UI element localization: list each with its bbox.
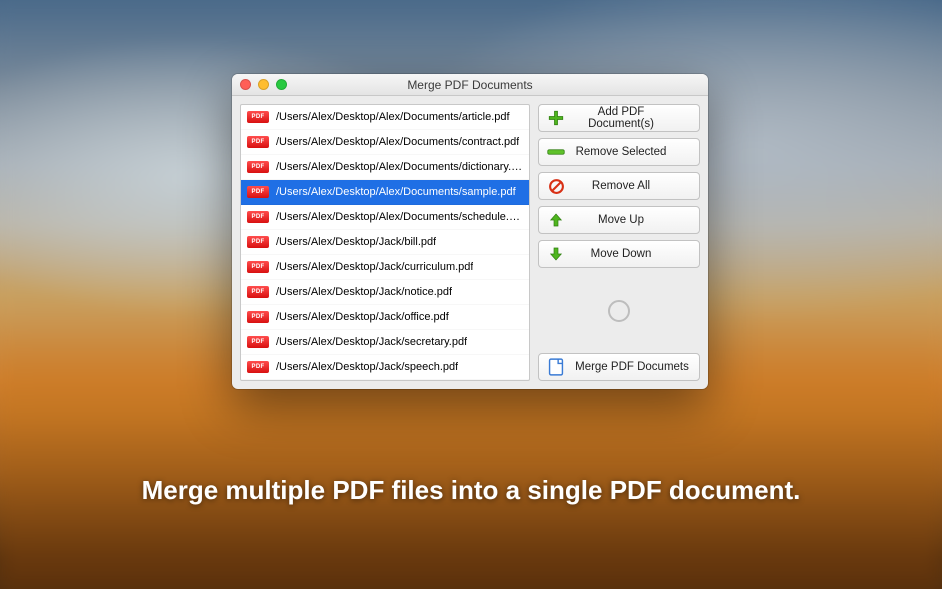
file-path: /Users/Alex/Desktop/Jack/curriculum.pdf — [276, 261, 473, 273]
close-icon[interactable] — [240, 79, 251, 90]
progress-spinner-icon — [608, 300, 630, 322]
file-path: /Users/Alex/Desktop/Jack/office.pdf — [276, 311, 449, 323]
file-row[interactable]: PDF/Users/Alex/Desktop/Jack/bill.pdf — [241, 230, 529, 255]
file-path: /Users/Alex/Desktop/Alex/Documents/contr… — [276, 136, 519, 148]
titlebar[interactable]: Merge PDF Documents — [232, 74, 708, 96]
pdf-icon: PDF — [247, 336, 269, 348]
pdf-icon: PDF — [247, 286, 269, 298]
file-row[interactable]: PDF/Users/Alex/Desktop/Alex/Documents/di… — [241, 155, 529, 180]
file-row[interactable]: PDF/Users/Alex/Desktop/Alex/Documents/co… — [241, 130, 529, 155]
plus-icon — [545, 109, 567, 127]
pdf-icon: PDF — [247, 236, 269, 248]
prohibit-icon — [545, 178, 567, 195]
file-path: /Users/Alex/Desktop/Jack/notice.pdf — [276, 286, 452, 298]
file-row[interactable]: PDF/Users/Alex/Desktop/Alex/Documents/ar… — [241, 105, 529, 130]
remove-all-label: Remove All — [571, 180, 693, 192]
document-icon — [545, 357, 567, 377]
add-pdf-label: Add PDF Document(s) — [571, 106, 693, 130]
merge-button[interactable]: Merge PDF Documets — [538, 353, 700, 381]
pdf-icon: PDF — [247, 261, 269, 273]
file-path: /Users/Alex/Desktop/Jack/speech.pdf — [276, 361, 458, 373]
file-row[interactable]: PDF/Users/Alex/Desktop/Alex/Documents/sc… — [241, 205, 529, 230]
move-up-label: Move Up — [571, 214, 693, 226]
merge-label: Merge PDF Documets — [571, 361, 693, 373]
pdf-icon: PDF — [247, 136, 269, 148]
merge-pdf-window: Merge PDF Documents PDF/Users/Alex/Deskt… — [232, 74, 708, 389]
remove-all-button[interactable]: Remove All — [538, 172, 700, 200]
file-path: /Users/Alex/Desktop/Alex/Documents/sched… — [276, 211, 523, 223]
file-list[interactable]: PDF/Users/Alex/Desktop/Alex/Documents/ar… — [240, 104, 530, 381]
window-title: Merge PDF Documents — [232, 78, 708, 92]
pdf-icon: PDF — [247, 161, 269, 173]
file-row[interactable]: PDF/Users/Alex/Desktop/Jack/secretary.pd… — [241, 330, 529, 355]
zoom-icon[interactable] — [276, 79, 287, 90]
move-up-button[interactable]: Move Up — [538, 206, 700, 234]
file-row[interactable]: PDF/Users/Alex/Desktop/Alex/Documents/sa… — [241, 180, 529, 205]
add-pdf-button[interactable]: Add PDF Document(s) — [538, 104, 700, 132]
file-path: /Users/Alex/Desktop/Alex/Documents/artic… — [276, 111, 510, 123]
pdf-icon: PDF — [247, 211, 269, 223]
file-path: /Users/Alex/Desktop/Jack/secretary.pdf — [276, 336, 467, 348]
pdf-icon: PDF — [247, 186, 269, 198]
file-path: /Users/Alex/Desktop/Alex/Documents/sampl… — [276, 186, 516, 198]
move-down-label: Move Down — [571, 248, 693, 260]
file-row[interactable]: PDF/Users/Alex/Desktop/Jack/curriculum.p… — [241, 255, 529, 280]
file-path: /Users/Alex/Desktop/Alex/Documents/dicti… — [276, 161, 523, 173]
action-sidebar: Add PDF Document(s) Remove Selected Remo… — [538, 104, 700, 381]
minus-icon — [545, 147, 567, 157]
pdf-icon: PDF — [247, 311, 269, 323]
remove-selected-label: Remove Selected — [571, 146, 693, 158]
file-row[interactable]: PDF/Users/Alex/Desktop/Jack/speech.pdf — [241, 355, 529, 380]
file-row[interactable]: PDF/Users/Alex/Desktop/Jack/office.pdf — [241, 305, 529, 330]
file-path: /Users/Alex/Desktop/Jack/bill.pdf — [276, 236, 436, 248]
remove-selected-button[interactable]: Remove Selected — [538, 138, 700, 166]
minimize-icon[interactable] — [258, 79, 269, 90]
pdf-icon: PDF — [247, 111, 269, 123]
pdf-icon: PDF — [247, 361, 269, 373]
arrow-up-icon — [545, 211, 567, 229]
arrow-down-icon — [545, 245, 567, 263]
file-row[interactable]: PDF/Users/Alex/Desktop/Jack/notice.pdf — [241, 280, 529, 305]
move-down-button[interactable]: Move Down — [538, 240, 700, 268]
marketing-tagline: Merge multiple PDF files into a single P… — [0, 475, 942, 506]
